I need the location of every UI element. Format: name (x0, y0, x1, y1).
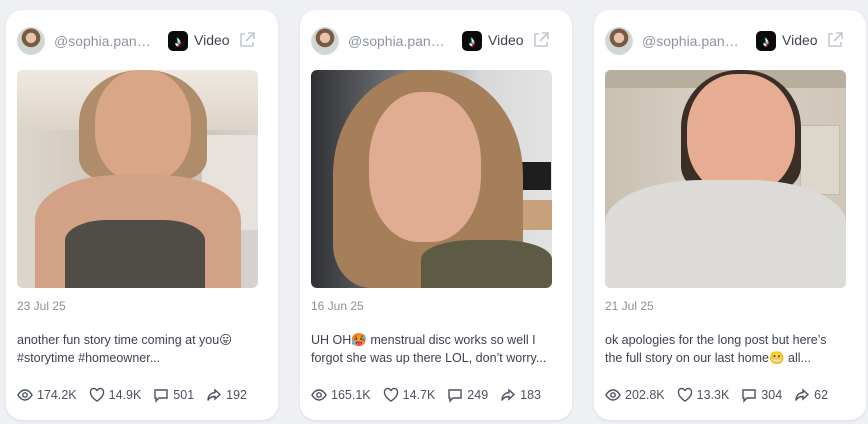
likes-stat: 14.9K (89, 387, 142, 403)
views-stat: 202.8K (605, 387, 665, 403)
post-date: 16 Jun 25 (311, 299, 364, 313)
caption-line: the full story on our last home😬 all... (605, 351, 811, 365)
avatar[interactable] (17, 27, 45, 55)
creator-handle[interactable]: @sophia.panel... (348, 33, 452, 49)
caption-line: another fun story time coming at you😛 (17, 333, 233, 347)
comment-icon (448, 389, 462, 403)
external-link-icon[interactable] (825, 30, 845, 50)
shares-count: 183 (520, 388, 542, 402)
eye-icon (311, 389, 327, 401)
stats-row: 174.2K 14.9K 501 192 (17, 386, 272, 404)
share-icon (795, 388, 810, 401)
video-thumbnail[interactable] (605, 70, 846, 288)
views-stat: 174.2K (17, 387, 77, 403)
likes-stat: 14.7K (383, 387, 436, 403)
shares-count: 192 (226, 388, 248, 402)
avatar[interactable] (605, 27, 633, 55)
share-icon (501, 388, 516, 401)
creator-handle[interactable]: @sophia.panel... (54, 33, 158, 49)
likes-stat: 13.3K (677, 387, 730, 403)
video-card[interactable]: @sophia.panel... ♪ Video 21 Jul 25 ok ap… (594, 10, 866, 420)
likes-count: 14.9K (108, 388, 142, 402)
eye-icon (17, 389, 33, 401)
stats-row: 202.8K 13.3K 304 62 (605, 386, 860, 404)
post-caption[interactable]: another fun story time coming at you😛 #s… (17, 331, 262, 367)
post-date: 23 Jul 25 (17, 299, 66, 313)
views-count: 174.2K (37, 388, 77, 402)
post-caption[interactable]: UH OH🥵 menstrual disc works so well I fo… (311, 331, 556, 367)
share-icon (207, 388, 222, 401)
likes-count: 13.3K (696, 388, 730, 402)
heart-icon (89, 387, 104, 402)
comment-icon (154, 389, 168, 403)
likes-count: 14.7K (402, 388, 436, 402)
platform-label: Video (194, 32, 230, 48)
shares-stat: 192 (206, 387, 247, 403)
comments-stat: 249 (447, 387, 488, 403)
tiktok-icon: ♪ (756, 31, 776, 51)
card-header: @sophia.panel... ♪ Video (6, 26, 278, 56)
shares-stat: 62 (794, 387, 828, 403)
caption-line: UH OH🥵 menstrual disc works so well I (311, 333, 536, 347)
heart-icon (677, 387, 692, 402)
card-header: @sophia.panel... ♪ Video (594, 26, 866, 56)
views-count: 202.8K (625, 388, 665, 402)
post-caption[interactable]: ok apologies for the long post but here’… (605, 331, 850, 367)
caption-line: #storytime #homeowner... (17, 351, 161, 365)
comments-count: 501 (173, 388, 195, 402)
external-link-icon[interactable] (237, 30, 257, 50)
video-thumbnail[interactable] (311, 70, 552, 288)
video-thumbnail[interactable] (17, 70, 258, 288)
comments-count: 249 (467, 388, 489, 402)
tiktok-icon: ♪ (168, 31, 188, 51)
heart-icon (383, 387, 398, 402)
card-header: @sophia.panel... ♪ Video (300, 26, 572, 56)
shares-stat: 183 (500, 387, 541, 403)
comments-stat: 501 (153, 387, 194, 403)
external-link-icon[interactable] (531, 30, 551, 50)
caption-line: ok apologies for the long post but here’… (605, 333, 827, 347)
comments-stat: 304 (741, 387, 782, 403)
platform-label: Video (782, 32, 818, 48)
avatar[interactable] (311, 27, 339, 55)
views-stat: 165.1K (311, 387, 371, 403)
eye-icon (605, 389, 621, 401)
post-date: 21 Jul 25 (605, 299, 654, 313)
creator-handle[interactable]: @sophia.panel... (642, 33, 746, 49)
comment-icon (742, 389, 756, 403)
views-count: 165.1K (331, 388, 371, 402)
shares-count: 62 (814, 388, 829, 402)
platform-label: Video (488, 32, 524, 48)
video-card[interactable]: @sophia.panel... ♪ Video 16 Jun 25 UH OH… (300, 10, 572, 420)
caption-line: forgot she was up there LOL, don’t worry… (311, 351, 547, 365)
tiktok-icon: ♪ (462, 31, 482, 51)
comments-count: 304 (761, 388, 783, 402)
video-card[interactable]: @sophia.panel... ♪ Video 23 Jul 25 anoth… (6, 10, 278, 420)
stats-row: 165.1K 14.7K 249 183 (311, 386, 566, 404)
